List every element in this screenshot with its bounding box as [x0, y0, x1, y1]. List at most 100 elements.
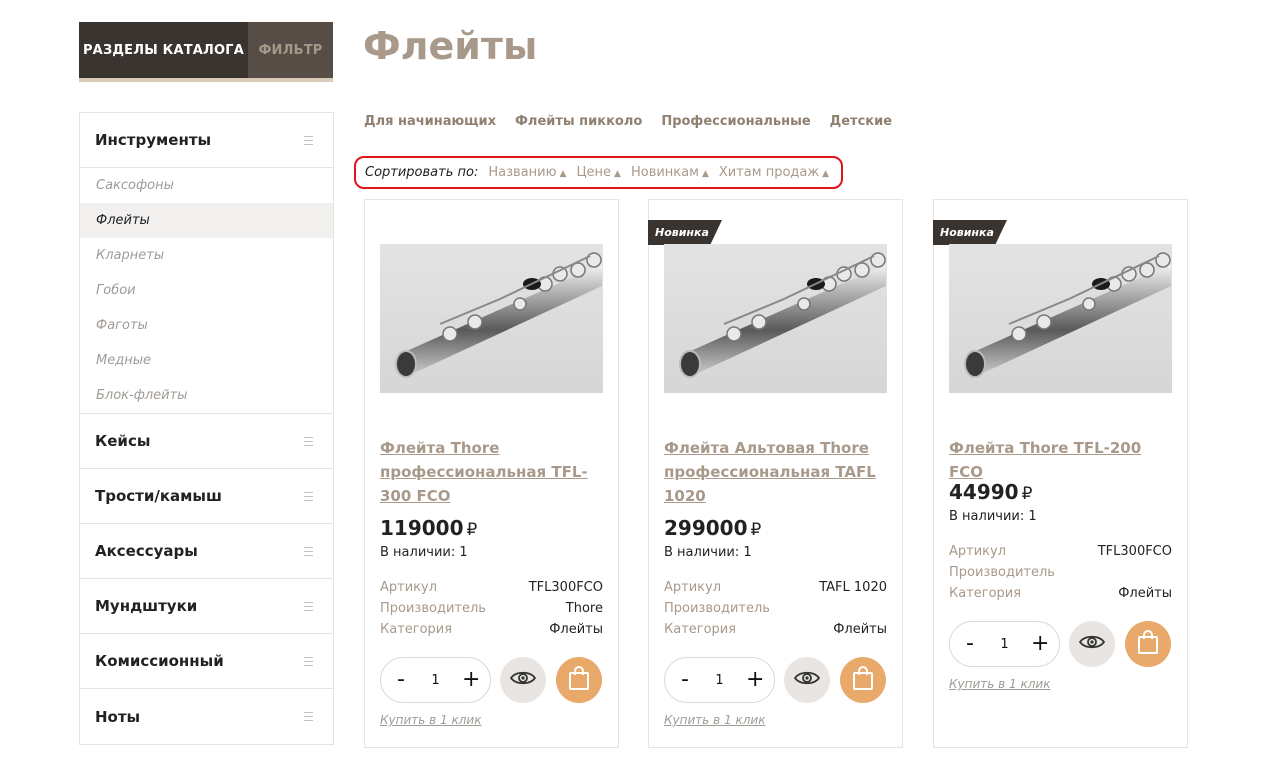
product-card[interactable]: Новинка Флейта Альтовая Thore профессион… [648, 199, 903, 748]
subcat-link-beginners[interactable]: Для начинающих [364, 114, 496, 129]
increase-button[interactable]: + [462, 669, 480, 691]
subcategory-recorders[interactable]: Блок-флейты [80, 378, 333, 413]
quick-view-button[interactable] [500, 657, 546, 703]
decrease-button[interactable]: - [677, 669, 693, 691]
product-name-link[interactable]: Флейта Thore TFL-200 FCO [949, 436, 1175, 484]
subcategory-saxophones[interactable]: Саксофоны [80, 168, 333, 203]
category-reeds[interactable]: Трости/камыш [80, 469, 333, 524]
quantity-value[interactable]: 1 [715, 673, 723, 688]
property-key: Производитель [664, 601, 770, 616]
sort-option-label: Новинкам [630, 165, 699, 180]
product-price: 44990 ₽ [949, 480, 1032, 504]
hamburger-icon[interactable] [304, 135, 313, 145]
hamburger-icon[interactable] [304, 712, 313, 721]
subcategory-flutes[interactable]: Флейты [80, 203, 333, 238]
flute-picture [395, 252, 602, 378]
property-row: Артикул TFL300FCO [380, 580, 603, 601]
category-label: Аксессуары [95, 542, 198, 560]
property-value: TAFL 1020 [819, 580, 887, 595]
page-title: Флейты [363, 24, 538, 68]
buy-one-click-link[interactable]: Купить в 1 клик [380, 713, 481, 727]
property-key: Артикул [664, 580, 722, 595]
property-key: Производитель [380, 601, 486, 616]
sort-by-new[interactable]: Новинкам ▲ [631, 165, 709, 180]
property-key: Артикул [949, 544, 1007, 559]
subcat-link-kids[interactable]: Детские [830, 114, 892, 129]
property-value: Thore [565, 601, 603, 616]
product-name-link[interactable]: Флейта Альтовая Thore профессиональная T… [664, 436, 890, 508]
sort-bar: Сортировать по: Названию ▲ Цене ▲ Новинкам… [354, 156, 843, 189]
sort-by-bestsellers[interactable]: Хитам продаж ▲ [719, 165, 829, 180]
currency-symbol: ₽ [750, 520, 762, 540]
property-row: Категория Флейты [664, 622, 887, 643]
product-image[interactable] [380, 244, 603, 393]
hamburger-icon[interactable] [304, 436, 313, 446]
category-label: Комиссионный [95, 652, 224, 670]
shopping-bag-icon [568, 666, 590, 694]
increase-button[interactable]: + [746, 669, 764, 691]
subcat-link-professional[interactable]: Профессиональные [661, 114, 810, 129]
property-key: Производитель [949, 565, 1055, 580]
increase-button[interactable]: + [1031, 633, 1049, 655]
property-key: Категория [949, 586, 1022, 601]
price-value: 119000 [380, 516, 464, 540]
hamburger-icon[interactable] [304, 546, 313, 556]
hamburger-icon[interactable] [304, 491, 313, 501]
subcategory-bassoons[interactable]: Фаготы [80, 308, 333, 343]
shopping-bag-icon [852, 666, 874, 694]
quantity-value[interactable]: 1 [431, 673, 439, 688]
price-value: 44990 [949, 480, 1019, 504]
eye-icon [1078, 634, 1106, 654]
property-key: Категория [380, 622, 453, 637]
stock-status: В наличии: 1 [949, 509, 1037, 524]
decrease-button[interactable]: - [962, 633, 978, 655]
sort-label: Сортировать по: [365, 165, 479, 180]
product-card[interactable]: Флейта Thore профессиональная TFL-300 FC… [364, 199, 619, 748]
add-to-cart-button[interactable] [840, 657, 886, 703]
product-card[interactable]: Новинка Флейта Thore TFL-200 FCO 44990 ₽ … [933, 199, 1188, 748]
buy-one-click-link[interactable]: Купить в 1 клик [949, 677, 1050, 691]
category-cases[interactable]: Кейсы [80, 414, 333, 469]
sort-option-label: Названию [488, 165, 557, 180]
buy-one-click-link[interactable]: Купить в 1 клик [664, 713, 765, 727]
sort-arrow-icon: ▲ [614, 169, 621, 179]
subcategory-list: Саксофоны Флейты Кларнеты Гобои Фаготы М… [80, 168, 333, 414]
decrease-button[interactable]: - [393, 669, 409, 691]
subcat-link-piccolo[interactable]: Флейты пикколо [515, 114, 642, 129]
flute-picture [964, 252, 1171, 378]
subcategory-brass[interactable]: Медные [80, 343, 333, 378]
category-consignment[interactable]: Комиссионный [80, 634, 333, 689]
property-value: Флейты [833, 622, 887, 637]
new-badge: Новинка [933, 220, 1007, 245]
add-to-cart-button[interactable] [1125, 621, 1171, 667]
stock-status: В наличии: 1 [380, 545, 468, 560]
sort-by-name[interactable]: Названию ▲ [488, 165, 566, 180]
property-row: Артикул TFL300FCO [949, 544, 1172, 565]
product-properties: Артикул TAFL 1020 Производитель Категория Фл… [664, 580, 887, 643]
quick-view-button[interactable] [1069, 621, 1115, 667]
category-sheet-music[interactable]: Ноты [80, 689, 333, 744]
hamburger-icon[interactable] [304, 656, 313, 666]
currency-symbol: ₽ [1021, 484, 1033, 504]
category-accessories[interactable]: Аксессуары [80, 524, 333, 579]
quick-view-button[interactable] [784, 657, 830, 703]
subcategory-oboes[interactable]: Гобои [80, 273, 333, 308]
sort-by-price[interactable]: Цене ▲ [576, 165, 621, 180]
sidebar-tabs: РАЗДЕЛЫ КАТАЛОГА ФИЛЬТР [79, 22, 333, 82]
tab-catalog-sections[interactable]: РАЗДЕЛЫ КАТАЛОГА [79, 22, 248, 82]
product-image[interactable] [949, 244, 1172, 393]
tab-filter[interactable]: ФИЛЬТР [248, 22, 333, 82]
property-value: TFL300FCO [528, 580, 603, 595]
hamburger-icon[interactable] [304, 601, 313, 611]
add-to-cart-button[interactable] [556, 657, 602, 703]
category-mouthpieces[interactable]: Мундштуки [80, 579, 333, 634]
subcategory-clarinets[interactable]: Кларнеты [80, 238, 333, 273]
product-name-link[interactable]: Флейта Thore профессиональная TFL-300 FC… [380, 436, 606, 508]
property-row: Производитель [664, 601, 887, 622]
property-key: Категория [664, 622, 737, 637]
quantity-value[interactable]: 1 [1000, 637, 1008, 652]
category-instruments[interactable]: Инструменты [80, 113, 333, 168]
product-image[interactable] [664, 244, 887, 393]
property-key: Артикул [380, 580, 438, 595]
category-label: Кейсы [95, 432, 151, 450]
